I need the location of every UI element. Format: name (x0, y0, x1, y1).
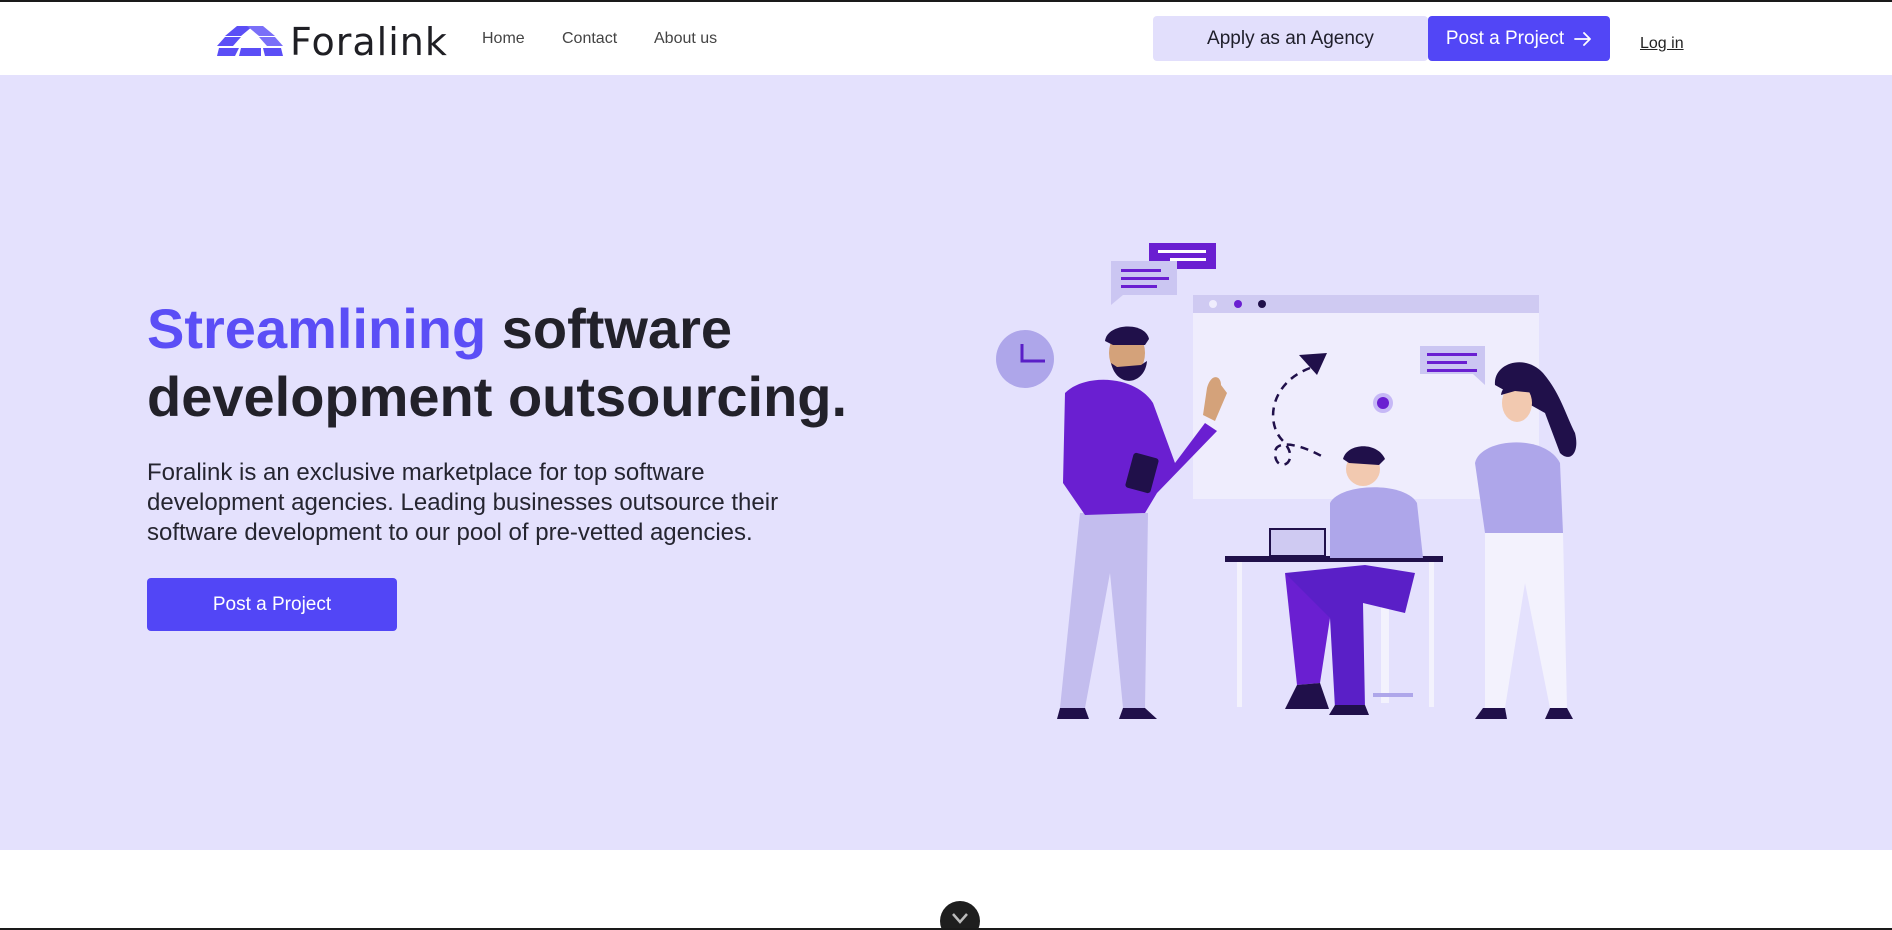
chevron-down-icon (952, 913, 968, 924)
nav-contact[interactable]: Contact (562, 30, 617, 48)
post-project-hero-label: Post a Project (212, 593, 332, 615)
site-header: Foralink Home Contact About us Apply as … (0, 2, 1892, 75)
logo[interactable]: Foralink (217, 23, 448, 61)
hero-headline: Streamlining software development outsour… (147, 295, 907, 431)
nav-about-us[interactable]: About us (654, 30, 717, 48)
nav-home[interactable]: Home (482, 30, 525, 48)
login-link[interactable]: Log in (1640, 35, 1684, 53)
apply-agency-label: Apply as an Agency (1207, 27, 1374, 49)
post-project-header-button[interactable]: Post a Project (1428, 16, 1610, 61)
headline-accent: Streamlining (147, 297, 487, 360)
post-project-header-label: Post a Project (1445, 27, 1565, 49)
clock-icon (996, 330, 1054, 388)
hero-description: Foralink is an exclusive marketplace for… (147, 459, 779, 546)
arrow-right-icon (1574, 31, 1592, 46)
scroll-down-button[interactable] (940, 901, 980, 930)
logo-mark-icon (217, 26, 283, 56)
headline-line2: development outsourcing. (147, 365, 848, 428)
headline-line1-rest: software (486, 297, 733, 360)
logo-text: Foralink (290, 20, 448, 64)
post-project-hero-button[interactable]: Post a Project (147, 578, 397, 631)
apply-agency-button[interactable]: Apply as an Agency (1153, 16, 1428, 61)
hero-section: Streamlining software development outsour… (0, 75, 1892, 850)
team-collaboration-illustration (996, 243, 1577, 719)
